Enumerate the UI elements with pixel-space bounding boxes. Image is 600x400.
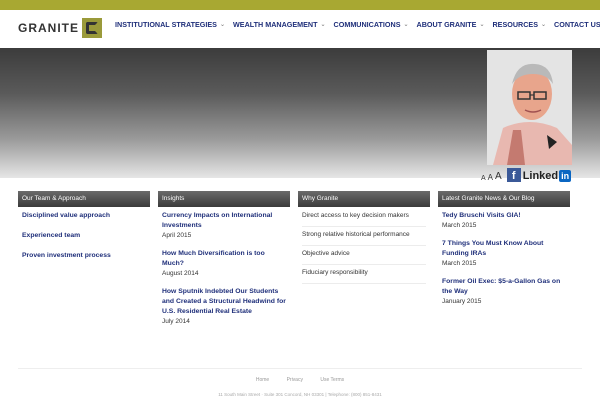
column-insights: Insights Currency Impacts on Internation… xyxy=(158,191,290,339)
column-title: Our Team & Approach xyxy=(18,191,150,207)
column-title: Insights xyxy=(158,191,290,207)
font-medium-button[interactable]: A xyxy=(488,173,493,182)
post-date: January 2015 xyxy=(442,298,482,305)
font-large-button[interactable]: A xyxy=(495,171,502,182)
chevron-down-icon: ⌄ xyxy=(403,22,409,28)
nav-label: COMMUNICATIONS xyxy=(333,20,401,29)
column-news-blog: Latest Granite News & Our Blog Tedy Brus… xyxy=(438,191,570,319)
insight-post-link[interactable]: How Much Diversification is too Much? xyxy=(162,249,286,269)
logo-mark-icon xyxy=(82,18,102,38)
news-post-link[interactable]: Tedy Bruschi Visits GIA! xyxy=(442,211,566,221)
insight-post-link[interactable]: How Sputnik Indebted Our Students and Cr… xyxy=(162,287,286,317)
news-post-link[interactable]: Former Oil Exec: $5-a-Gallon Gas on the … xyxy=(442,277,566,297)
nav-contact-us[interactable]: CONTACT US⌄ xyxy=(554,20,600,29)
nav-institutional-strategies[interactable]: INSTITUTIONAL STRATEGIES ⌄ xyxy=(115,20,225,29)
footer-links: Home Privacy Use Terms xyxy=(0,377,600,383)
nav-wealth-management[interactable]: WEALTH MANAGEMENT ⌄ xyxy=(233,20,326,29)
nav-label: WEALTH MANAGEMENT xyxy=(233,20,318,29)
nav-label: ABOUT GRANITE xyxy=(416,20,477,29)
footer-address: 11 South Main Street · Suite 301 Concord… xyxy=(218,392,382,397)
why-item: Strong relative historical performance xyxy=(302,230,426,246)
footer-link-privacy[interactable]: Privacy xyxy=(287,377,303,383)
post-date: April 2015 xyxy=(162,232,192,239)
top-accent-bar xyxy=(0,0,600,10)
logo-text: GRANITE xyxy=(18,21,79,35)
utility-toolbar: A A A f Linked in xyxy=(481,168,572,182)
chevron-down-icon: ⌄ xyxy=(541,22,547,28)
site-header: GRANITE xyxy=(0,10,600,48)
team-link[interactable]: Disciplined value approach xyxy=(22,211,146,221)
post-date: March 2015 xyxy=(442,222,477,229)
why-item: Fiduciary responsibility xyxy=(302,268,426,284)
news-post-link[interactable]: 7 Things You Must Know About Funding IRA… xyxy=(442,239,566,259)
facebook-icon[interactable]: f xyxy=(506,168,521,182)
footer-link-home[interactable]: Home xyxy=(256,377,269,383)
chevron-down-icon: ⌄ xyxy=(219,22,225,28)
column-team-approach: Our Team & Approach Disciplined value ap… xyxy=(18,191,150,275)
column-title: Latest Granite News & Our Blog xyxy=(438,191,570,207)
team-link[interactable]: Proven investment process xyxy=(22,251,146,261)
linkedin-in-badge: in xyxy=(559,170,572,182)
post-date: August 2014 xyxy=(162,270,199,277)
column-why-granite: Why Granite Direct access to key decisio… xyxy=(298,191,430,291)
why-item: Objective advice xyxy=(302,249,426,265)
nav-communications[interactable]: COMMUNICATIONS ⌄ xyxy=(334,20,409,29)
team-link[interactable]: Experienced team xyxy=(22,231,146,241)
why-item: Direct access to key decision makers xyxy=(302,211,426,227)
nav-label: RESOURCES xyxy=(492,20,538,29)
chevron-down-icon: ⌄ xyxy=(320,22,326,28)
font-small-button[interactable]: A xyxy=(481,175,486,182)
main-nav: INSTITUTIONAL STRATEGIES ⌄ WEALTH MANAGEM… xyxy=(115,20,600,29)
chevron-down-icon: ⌄ xyxy=(479,22,485,28)
granite-logo[interactable]: GRANITE xyxy=(18,18,102,38)
font-size-controls: A A A xyxy=(481,171,502,182)
footer-divider xyxy=(18,368,582,369)
hero-portrait-photo xyxy=(487,50,572,165)
nav-label: INSTITUTIONAL STRATEGIES xyxy=(115,20,217,29)
column-title: Why Granite xyxy=(298,191,430,207)
post-date: March 2015 xyxy=(442,260,477,267)
footer-link-use-terms[interactable]: Use Terms xyxy=(320,377,344,383)
insight-post-link[interactable]: Currency Impacts on International Invest… xyxy=(162,211,286,231)
nav-about-granite[interactable]: ABOUT GRANITE ⌄ xyxy=(417,20,485,29)
linkedin-text: Linked xyxy=(522,170,559,182)
post-date: July 2014 xyxy=(162,318,190,325)
nav-label: CONTACT US xyxy=(554,20,600,29)
nav-resources[interactable]: RESOURCES ⌄ xyxy=(492,20,546,29)
linkedin-icon[interactable]: Linked in xyxy=(522,170,572,182)
